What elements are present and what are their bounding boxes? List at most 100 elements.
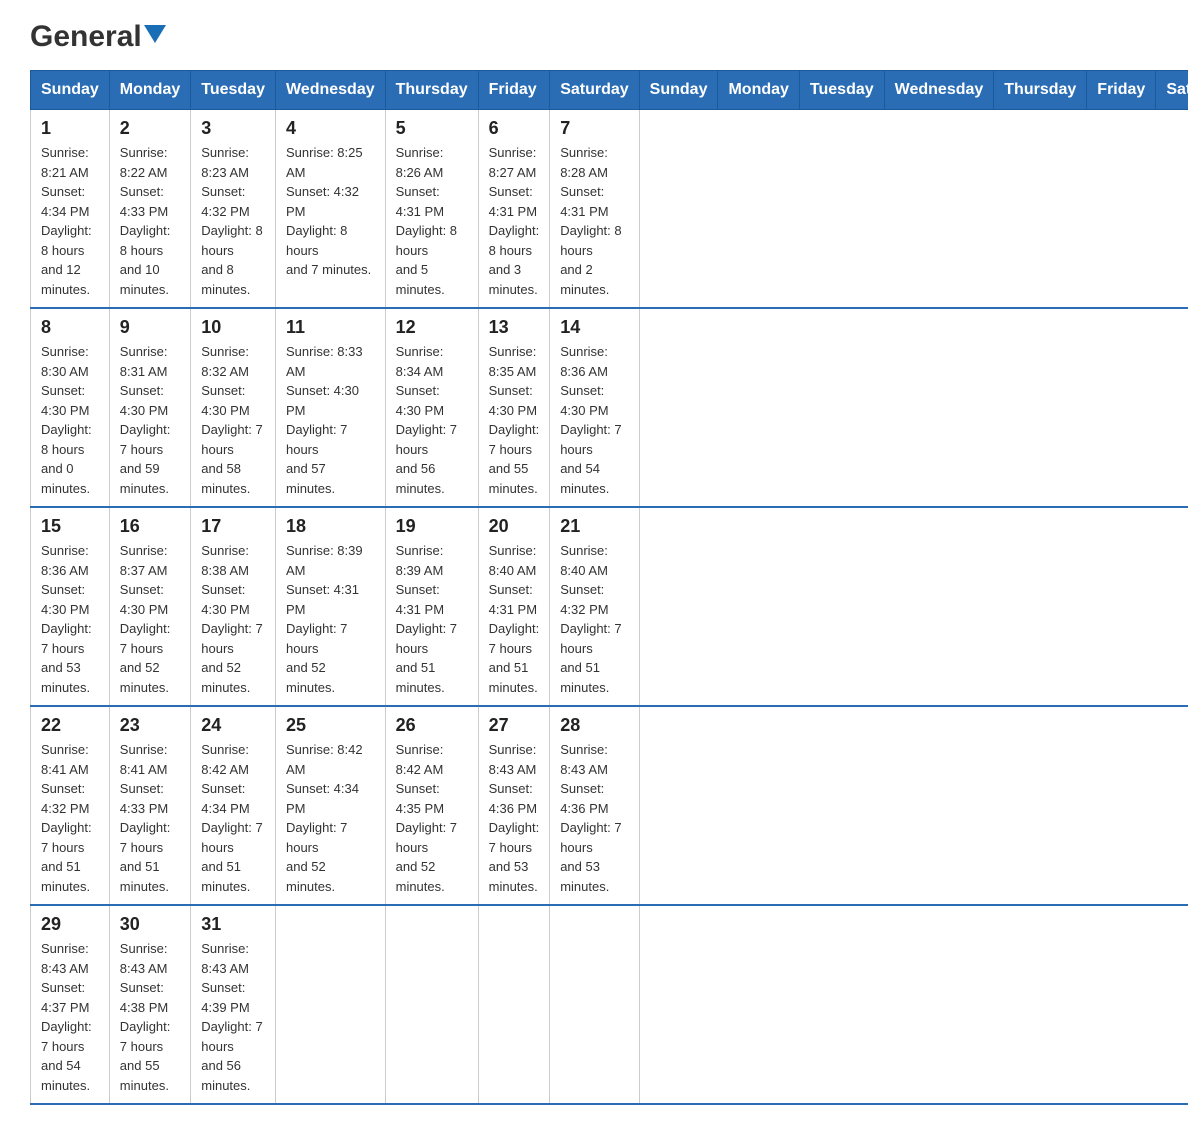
calendar-cell — [385, 905, 478, 1104]
day-number: 1 — [41, 118, 99, 139]
day-number: 17 — [201, 516, 265, 537]
calendar-cell: 22 Sunrise: 8:41 AMSunset: 4:32 PMDaylig… — [31, 706, 110, 905]
calendar-table: SundayMondayTuesdayWednesdayThursdayFrid… — [30, 70, 1188, 1105]
day-info: Sunrise: 8:34 AMSunset: 4:30 PMDaylight:… — [396, 344, 457, 496]
day-number: 15 — [41, 516, 99, 537]
calendar-cell: 8 Sunrise: 8:30 AMSunset: 4:30 PMDayligh… — [31, 308, 110, 507]
calendar-cell: 26 Sunrise: 8:42 AMSunset: 4:35 PMDaylig… — [385, 706, 478, 905]
logo: General — [30, 20, 166, 50]
day-info: Sunrise: 8:30 AMSunset: 4:30 PMDaylight:… — [41, 344, 92, 496]
calendar-week-row: 8 Sunrise: 8:30 AMSunset: 4:30 PMDayligh… — [31, 308, 1188, 507]
day-number: 18 — [286, 516, 375, 537]
calendar-cell: 1 Sunrise: 8:21 AMSunset: 4:34 PMDayligh… — [31, 110, 110, 309]
calendar-cell: 28 Sunrise: 8:43 AMSunset: 4:36 PMDaylig… — [550, 706, 639, 905]
calendar-day-header: Friday — [478, 71, 550, 110]
day-info: Sunrise: 8:28 AMSunset: 4:31 PMDaylight:… — [560, 145, 621, 297]
calendar-cell: 21 Sunrise: 8:40 AMSunset: 4:32 PMDaylig… — [550, 507, 639, 706]
day-info: Sunrise: 8:43 AMSunset: 4:36 PMDaylight:… — [489, 742, 540, 894]
day-info: Sunrise: 8:32 AMSunset: 4:30 PMDaylight:… — [201, 344, 262, 496]
calendar-day-header: Wednesday — [884, 71, 994, 110]
page-header: General — [30, 20, 1158, 50]
calendar-week-row: 15 Sunrise: 8:36 AMSunset: 4:30 PMDaylig… — [31, 507, 1188, 706]
calendar-cell: 11 Sunrise: 8:33 AMSunset: 4:30 PMDaylig… — [275, 308, 385, 507]
day-number: 28 — [560, 715, 628, 736]
calendar-cell: 14 Sunrise: 8:36 AMSunset: 4:30 PMDaylig… — [550, 308, 639, 507]
day-number: 30 — [120, 914, 180, 935]
day-info: Sunrise: 8:41 AMSunset: 4:32 PMDaylight:… — [41, 742, 92, 894]
calendar-cell: 4 Sunrise: 8:25 AMSunset: 4:32 PMDayligh… — [275, 110, 385, 309]
day-info: Sunrise: 8:43 AMSunset: 4:37 PMDaylight:… — [41, 941, 92, 1093]
calendar-day-header: Tuesday — [191, 71, 276, 110]
calendar-day-header: Thursday — [994, 71, 1087, 110]
day-info: Sunrise: 8:40 AMSunset: 4:31 PMDaylight:… — [489, 543, 540, 695]
calendar-cell: 30 Sunrise: 8:43 AMSunset: 4:38 PMDaylig… — [109, 905, 190, 1104]
day-info: Sunrise: 8:26 AMSunset: 4:31 PMDaylight:… — [396, 145, 457, 297]
day-number: 29 — [41, 914, 99, 935]
day-number: 8 — [41, 317, 99, 338]
day-number: 27 — [489, 715, 540, 736]
calendar-day-header: Saturday — [1156, 71, 1188, 110]
day-info: Sunrise: 8:36 AMSunset: 4:30 PMDaylight:… — [41, 543, 92, 695]
calendar-day-header: Sunday — [639, 71, 718, 110]
day-number: 5 — [396, 118, 468, 139]
day-info: Sunrise: 8:21 AMSunset: 4:34 PMDaylight:… — [41, 145, 92, 297]
calendar-cell — [275, 905, 385, 1104]
day-info: Sunrise: 8:27 AMSunset: 4:31 PMDaylight:… — [489, 145, 540, 297]
calendar-cell: 31 Sunrise: 8:43 AMSunset: 4:39 PMDaylig… — [191, 905, 276, 1104]
calendar-cell: 13 Sunrise: 8:35 AMSunset: 4:30 PMDaylig… — [478, 308, 550, 507]
calendar-cell: 23 Sunrise: 8:41 AMSunset: 4:33 PMDaylig… — [109, 706, 190, 905]
day-number: 22 — [41, 715, 99, 736]
calendar-cell: 2 Sunrise: 8:22 AMSunset: 4:33 PMDayligh… — [109, 110, 190, 309]
calendar-cell: 9 Sunrise: 8:31 AMSunset: 4:30 PMDayligh… — [109, 308, 190, 507]
calendar-cell: 12 Sunrise: 8:34 AMSunset: 4:30 PMDaylig… — [385, 308, 478, 507]
calendar-cell: 6 Sunrise: 8:27 AMSunset: 4:31 PMDayligh… — [478, 110, 550, 309]
calendar-day-header: Sunday — [31, 71, 110, 110]
day-number: 26 — [396, 715, 468, 736]
day-number: 12 — [396, 317, 468, 338]
day-info: Sunrise: 8:38 AMSunset: 4:30 PMDaylight:… — [201, 543, 262, 695]
day-info: Sunrise: 8:37 AMSunset: 4:30 PMDaylight:… — [120, 543, 171, 695]
calendar-day-header: Friday — [1087, 71, 1156, 110]
day-number: 24 — [201, 715, 265, 736]
calendar-cell: 27 Sunrise: 8:43 AMSunset: 4:36 PMDaylig… — [478, 706, 550, 905]
day-info: Sunrise: 8:43 AMSunset: 4:36 PMDaylight:… — [560, 742, 621, 894]
calendar-day-header: Tuesday — [799, 71, 884, 110]
calendar-day-header: Thursday — [385, 71, 478, 110]
day-number: 14 — [560, 317, 628, 338]
day-number: 3 — [201, 118, 265, 139]
day-info: Sunrise: 8:43 AMSunset: 4:38 PMDaylight:… — [120, 941, 171, 1093]
calendar-week-row: 29 Sunrise: 8:43 AMSunset: 4:37 PMDaylig… — [31, 905, 1188, 1104]
day-info: Sunrise: 8:39 AMSunset: 4:31 PMDaylight:… — [396, 543, 457, 695]
calendar-cell: 3 Sunrise: 8:23 AMSunset: 4:32 PMDayligh… — [191, 110, 276, 309]
calendar-cell: 16 Sunrise: 8:37 AMSunset: 4:30 PMDaylig… — [109, 507, 190, 706]
day-number: 11 — [286, 317, 375, 338]
day-number: 31 — [201, 914, 265, 935]
day-number: 10 — [201, 317, 265, 338]
calendar-day-header: Monday — [718, 71, 799, 110]
calendar-day-header: Wednesday — [275, 71, 385, 110]
calendar-cell: 15 Sunrise: 8:36 AMSunset: 4:30 PMDaylig… — [31, 507, 110, 706]
calendar-cell: 19 Sunrise: 8:39 AMSunset: 4:31 PMDaylig… — [385, 507, 478, 706]
calendar-cell: 29 Sunrise: 8:43 AMSunset: 4:37 PMDaylig… — [31, 905, 110, 1104]
day-info: Sunrise: 8:42 AMSunset: 4:34 PMDaylight:… — [201, 742, 262, 894]
day-info: Sunrise: 8:40 AMSunset: 4:32 PMDaylight:… — [560, 543, 621, 695]
day-info: Sunrise: 8:33 AMSunset: 4:30 PMDaylight:… — [286, 344, 363, 496]
calendar-cell: 7 Sunrise: 8:28 AMSunset: 4:31 PMDayligh… — [550, 110, 639, 309]
day-info: Sunrise: 8:36 AMSunset: 4:30 PMDaylight:… — [560, 344, 621, 496]
calendar-cell — [550, 905, 639, 1104]
calendar-cell: 18 Sunrise: 8:39 AMSunset: 4:31 PMDaylig… — [275, 507, 385, 706]
day-number: 9 — [120, 317, 180, 338]
calendar-cell: 10 Sunrise: 8:32 AMSunset: 4:30 PMDaylig… — [191, 308, 276, 507]
calendar-week-row: 22 Sunrise: 8:41 AMSunset: 4:32 PMDaylig… — [31, 706, 1188, 905]
calendar-cell: 24 Sunrise: 8:42 AMSunset: 4:34 PMDaylig… — [191, 706, 276, 905]
calendar-header-row: SundayMondayTuesdayWednesdayThursdayFrid… — [31, 71, 1188, 110]
day-number: 7 — [560, 118, 628, 139]
day-info: Sunrise: 8:41 AMSunset: 4:33 PMDaylight:… — [120, 742, 171, 894]
calendar-cell: 20 Sunrise: 8:40 AMSunset: 4:31 PMDaylig… — [478, 507, 550, 706]
day-number: 6 — [489, 118, 540, 139]
day-info: Sunrise: 8:25 AMSunset: 4:32 PMDaylight:… — [286, 145, 371, 277]
day-info: Sunrise: 8:42 AMSunset: 4:35 PMDaylight:… — [396, 742, 457, 894]
day-number: 16 — [120, 516, 180, 537]
day-number: 13 — [489, 317, 540, 338]
calendar-cell: 25 Sunrise: 8:42 AMSunset: 4:34 PMDaylig… — [275, 706, 385, 905]
